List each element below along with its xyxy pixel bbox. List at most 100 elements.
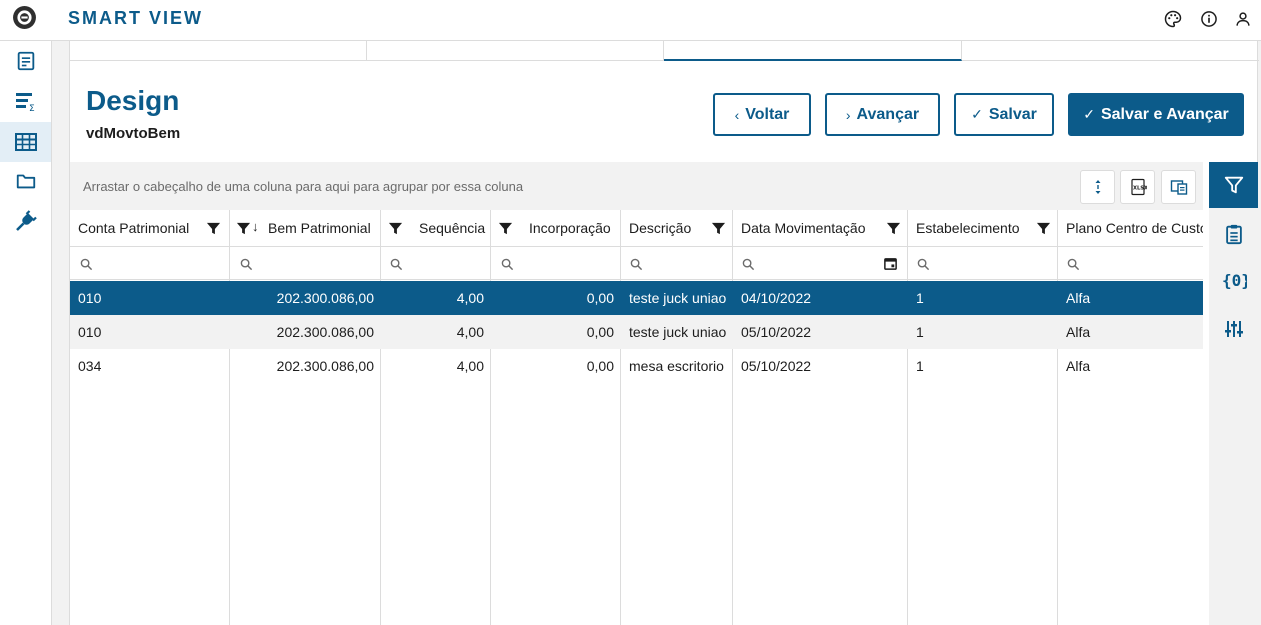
column-header-plano-centro-de-custo[interactable]: Plano Centro de Custo <box>1058 210 1203 246</box>
check-icon: ✓ <box>1083 106 1095 122</box>
search-icon[interactable] <box>742 258 755 271</box>
cell-estabelecimento: 1 <box>916 290 924 306</box>
column-header-conta-patrimonial[interactable]: Conta Patrimonial <box>70 210 230 246</box>
variables-icon: {0} <box>1222 271 1247 290</box>
column-header-label: Descrição <box>629 220 692 236</box>
wizard-steps <box>70 41 1259 61</box>
step-1[interactable] <box>70 41 367 61</box>
next-button[interactable]: › Avançar <box>825 93 940 136</box>
right-side-panel: {0} <box>1209 162 1258 625</box>
nav-item-reports[interactable] <box>0 41 51 81</box>
column-chooser-icon <box>1170 180 1187 195</box>
filter-icon[interactable] <box>388 221 403 236</box>
filter-panel-button[interactable] <box>1209 162 1258 208</box>
cell-sequencia: 4,00 <box>456 324 484 340</box>
table-row[interactable]: 010 202.300.086,00 4,00 0,00 teste juck … <box>70 315 1203 349</box>
column-header-label: Conta Patrimonial <box>78 220 190 236</box>
search-icon[interactable] <box>917 258 930 271</box>
column-chooser-button[interactable] <box>1161 170 1196 204</box>
column-header-label: Incorporação <box>529 220 611 236</box>
totvs-logo-icon[interactable] <box>12 5 37 30</box>
column-header-label: Estabelecimento <box>916 220 1020 236</box>
back-button[interactable]: ‹ Voltar <box>713 93 811 136</box>
search-icon[interactable] <box>390 258 403 271</box>
next-button-label: Avançar <box>856 105 920 123</box>
filter-icon[interactable] <box>206 221 221 236</box>
column-header-sequencia[interactable]: Sequência <box>381 210 491 246</box>
cell-descricao: teste juck uniao <box>629 290 727 306</box>
cell-incorporacao: 0,00 <box>586 290 614 306</box>
search-icon[interactable] <box>630 258 643 271</box>
column-header-bem-patrimonial[interactable]: ↓ Bem Patrimonial <box>230 210 381 246</box>
step-4[interactable] <box>962 41 1259 61</box>
cell-plano-centro-de-custo: Alfa <box>1066 324 1091 340</box>
sliders-icon <box>1224 321 1243 337</box>
app-title: SMART VIEW <box>68 8 203 28</box>
save-button-label: Salvar <box>988 105 1037 123</box>
group-panel-hint: Arrastar o cabeçalho de uma coluna para … <box>83 179 524 194</box>
filter-icon[interactable] <box>886 221 901 236</box>
nav-item-connections[interactable] <box>0 201 51 241</box>
table-row[interactable]: 010 202.300.086,00 4,00 0,00 teste juck … <box>70 281 1203 315</box>
page-subtitle: vdMovtoBem <box>86 125 181 142</box>
cell-conta-patrimonial: 010 <box>78 324 102 340</box>
export-xlsx-button[interactable]: XLSX <box>1120 170 1155 204</box>
filter-icon[interactable] <box>1036 221 1051 236</box>
column-header-incorporacao[interactable]: Incorporação <box>491 210 621 246</box>
clipboard-panel-button[interactable] <box>1209 211 1258 257</box>
step-2[interactable] <box>367 41 664 61</box>
column-header-label: Sequência <box>419 220 486 236</box>
row-height-button[interactable] <box>1080 170 1115 204</box>
column-header-label: Plano Centro de Custo <box>1066 220 1203 236</box>
cell-conta-patrimonial: 034 <box>78 358 102 374</box>
column-header-data-movimentacao[interactable]: Data Movimentação <box>733 210 908 246</box>
group-panel[interactable]: Arrastar o cabeçalho de uma coluna para … <box>70 162 1203 210</box>
save-and-next-button-label: Salvar e Avançar <box>1100 105 1229 123</box>
folder-icon <box>16 174 35 189</box>
page-title: Design <box>86 85 180 116</box>
cell-estabelecimento: 1 <box>916 358 924 374</box>
save-and-next-button[interactable]: ✓ Salvar e Avançar <box>1068 93 1244 136</box>
chevron-left-icon: ‹ <box>734 106 740 123</box>
cell-bem-patrimonial: 202.300.086,00 <box>276 358 374 374</box>
column-header-estabelecimento[interactable]: Estabelecimento <box>908 210 1058 246</box>
nav-item-folder[interactable] <box>0 161 51 201</box>
svg-text:{0}: {0} <box>1222 271 1247 290</box>
nav-item-table[interactable] <box>0 122 51 162</box>
filter-icon[interactable] <box>498 221 513 236</box>
svg-text:XLSX: XLSX <box>1133 186 1147 192</box>
settings-panel-button[interactable] <box>1209 306 1258 352</box>
cell-plano-centro-de-custo: Alfa <box>1066 358 1091 374</box>
variables-panel-button[interactable]: {0} <box>1209 257 1258 303</box>
filter-icon[interactable] <box>711 221 726 236</box>
step-3[interactable] <box>664 41 962 61</box>
info-icon[interactable] <box>1199 9 1219 29</box>
search-icon[interactable] <box>240 258 253 271</box>
search-icon[interactable] <box>80 258 93 271</box>
filter-icon <box>1224 176 1243 194</box>
user-icon[interactable] <box>1233 9 1253 29</box>
filter-icon[interactable] <box>236 221 251 236</box>
cell-descricao: teste juck uniao <box>629 324 727 340</box>
palette-icon[interactable] <box>1163 9 1183 29</box>
search-icon[interactable] <box>1067 258 1080 271</box>
column-header-descricao[interactable]: Descrição <box>621 210 733 246</box>
nav-item-analysis[interactable]: Σ <box>0 81 51 121</box>
save-button[interactable]: ✓ Salvar <box>954 93 1054 136</box>
arrows-vertical-icon <box>1095 180 1100 194</box>
clipboard-icon <box>1225 224 1242 245</box>
cell-estabelecimento: 1 <box>916 324 924 340</box>
cell-descricao: mesa escritorio <box>629 358 724 374</box>
xlsx-icon: XLSX <box>1130 178 1147 196</box>
sort-descending-icon[interactable]: ↓ <box>252 219 259 234</box>
table-icon <box>14 133 37 151</box>
cell-conta-patrimonial: 010 <box>78 290 102 306</box>
back-button-label: Voltar <box>745 105 790 123</box>
column-header-label: Bem Patrimonial <box>268 220 371 236</box>
cell-incorporacao: 0,00 <box>586 358 614 374</box>
table-row[interactable]: 034 202.300.086,00 4,00 0,00 mesa escrit… <box>70 349 1203 383</box>
search-icon[interactable] <box>501 258 514 271</box>
cell-bem-patrimonial: 202.300.086,00 <box>276 324 374 340</box>
calendar-icon[interactable] <box>883 256 898 271</box>
plug-icon <box>15 210 37 231</box>
